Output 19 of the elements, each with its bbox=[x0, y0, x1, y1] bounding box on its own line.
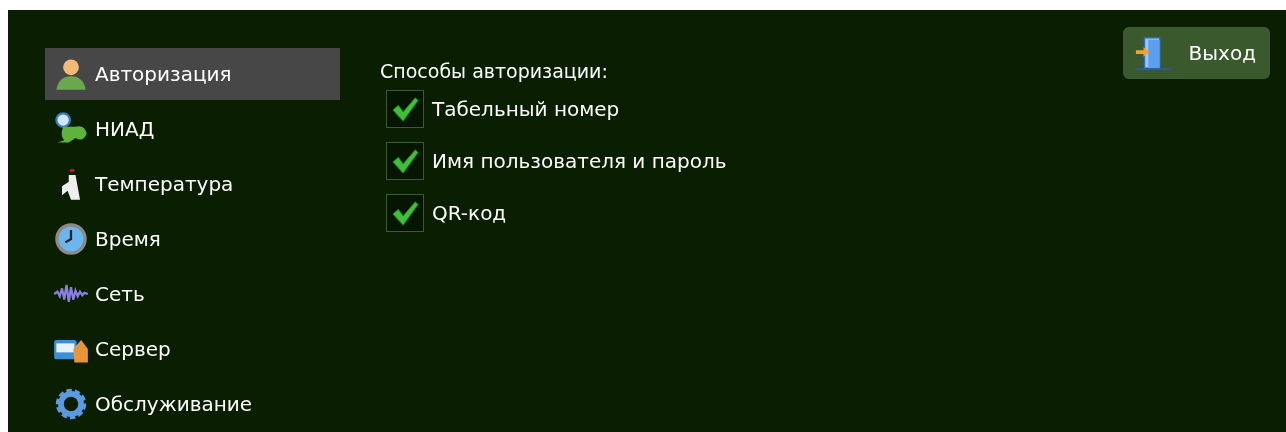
section-heading: Способы авторизации: bbox=[380, 60, 609, 82]
checkbox[interactable] bbox=[386, 90, 424, 128]
sidebar-item[interactable]: Время bbox=[45, 213, 340, 265]
door-icon bbox=[1134, 34, 1173, 72]
user-icon bbox=[53, 56, 89, 92]
sidebar-item[interactable]: Авторизация bbox=[45, 48, 340, 100]
checkbox-label: QR-код bbox=[432, 201, 507, 225]
checkbox[interactable] bbox=[386, 194, 424, 232]
sidebar-item[interactable]: Обслуживание bbox=[45, 378, 340, 430]
exit-button[interactable]: Выход bbox=[1122, 27, 1270, 79]
sidebar-item[interactable]: Сеть bbox=[45, 268, 340, 320]
sidebar-item[interactable]: Сервер bbox=[45, 323, 340, 375]
checkbox-label: Имя пользователя и пароль bbox=[432, 149, 727, 173]
sidebar-item[interactable]: НИАД bbox=[45, 103, 340, 155]
sidebar-item[interactable]: Температура bbox=[45, 158, 340, 210]
settings-icon bbox=[53, 386, 89, 422]
checkbox-label: Табельный номер bbox=[432, 97, 620, 121]
checkbox[interactable] bbox=[386, 142, 424, 180]
clock-icon bbox=[53, 221, 89, 257]
